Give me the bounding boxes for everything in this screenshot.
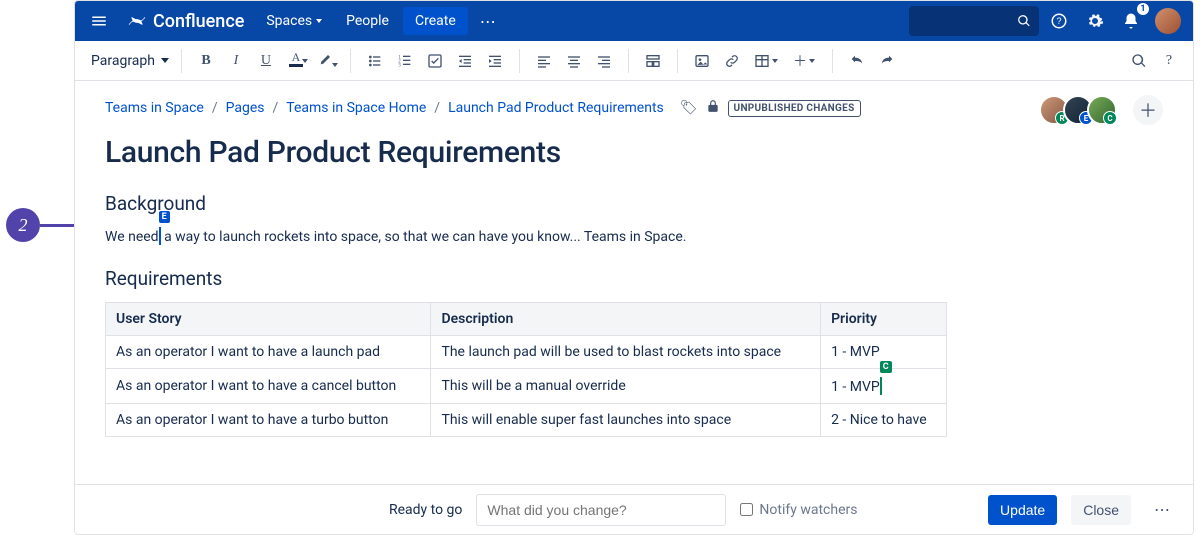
align-right-button[interactable] [590,47,618,75]
collab-cursor-c: C [880,377,882,395]
product-name: Confluence [153,11,244,32]
outdent-button[interactable] [451,47,479,75]
svg-text:?: ? [1056,16,1061,26]
notification-count: 1 [1137,3,1149,15]
help-icon[interactable]: ? [1043,5,1075,37]
global-nav: Confluence Spaces People Create ⋯ ? 1 [75,1,1193,41]
highlight-button[interactable] [312,47,340,75]
breadcrumbs: Teams in Space / Pages / Teams in Space … [105,99,1163,117]
app-switcher-icon[interactable] [83,5,115,37]
restrictions-icon[interactable] [706,99,720,117]
th-description[interactable]: Description [431,303,821,336]
breadcrumb-pages[interactable]: Pages [226,100,265,116]
nav-people[interactable]: People [336,7,399,35]
draft-status: UNPUBLISHED CHANGES [728,100,861,117]
editor-more-button[interactable]: ⋯ [1145,494,1179,526]
requirements-heading[interactable]: Requirements [105,267,1163,290]
nav-more-icon[interactable]: ⋯ [472,5,504,37]
background-heading[interactable]: Background [105,192,1163,215]
background-paragraph[interactable]: We needE a way to launch rockets into sp… [105,227,1163,245]
collab-cursor-e: E [159,227,161,245]
notify-watchers-input[interactable] [740,503,753,516]
table-row[interactable]: As an operator I want to have a cancel b… [106,369,947,404]
invite-button[interactable]: ＋ [1133,95,1163,125]
bold-button[interactable]: B [192,47,220,75]
breadcrumb-home[interactable]: Teams in Space Home [286,100,426,116]
profile-avatar[interactable] [1155,8,1181,34]
th-user-story[interactable]: User Story [106,303,431,336]
version-comment-input[interactable] [476,494,726,526]
paragraph-style-select[interactable]: Paragraph [85,49,175,73]
indent-button[interactable] [481,47,509,75]
nav-spaces[interactable]: Spaces [256,7,332,35]
italic-button[interactable]: I [222,47,250,75]
table-button[interactable] [748,47,784,75]
table-row[interactable]: As an operator I want to have a launch p… [106,336,947,369]
task-list-button[interactable] [421,47,449,75]
insert-more-button[interactable]: ＋ [786,47,822,75]
notifications-icon[interactable]: 1 [1115,5,1147,37]
align-center-button[interactable] [560,47,588,75]
layout-button[interactable] [639,47,667,75]
bullet-list-button[interactable] [361,47,389,75]
undo-button[interactable] [843,47,871,75]
editor-toolbar: Paragraph B I U A 123 [75,41,1193,81]
presence-avatars: R E C [1045,95,1117,125]
search-icon [1017,14,1031,28]
breadcrumb-current[interactable]: Launch Pad Product Requirements [448,100,664,116]
editor-footer: Ready to go Notify watchers Update Close… [75,484,1193,534]
table-row[interactable]: As an operator I want to have a turbo bu… [106,404,947,437]
annotation-2: 2 [6,208,40,242]
text-color-button[interactable]: A [282,47,310,75]
notify-watchers-checkbox[interactable]: Notify watchers [740,502,857,518]
underline-button[interactable]: U [252,47,280,75]
confluence-logo[interactable]: Confluence [119,11,252,32]
close-button[interactable]: Close [1071,495,1131,525]
redo-button[interactable] [873,47,901,75]
settings-icon[interactable] [1079,5,1111,37]
create-button[interactable]: Create [403,7,468,35]
image-button[interactable] [688,47,716,75]
labels-icon[interactable]: 🏷 [680,100,698,116]
find-button[interactable] [1125,47,1153,75]
search-input[interactable] [909,6,1039,36]
page-title[interactable]: Launch Pad Product Requirements [105,135,1163,170]
update-button[interactable]: Update [988,495,1057,525]
align-left-button[interactable] [530,47,558,75]
breadcrumb-space[interactable]: Teams in Space [105,100,204,116]
numbered-list-button[interactable]: 123 [391,47,419,75]
editor-status: Ready to go [389,502,462,518]
editor-help-button[interactable]: ? [1155,47,1183,75]
presence-avatar-3[interactable]: C [1087,95,1117,125]
th-priority[interactable]: Priority [821,303,947,336]
svg-text:3: 3 [398,63,401,68]
requirements-table[interactable]: User Story Description Priority As an op… [105,302,947,437]
editor-content[interactable]: Teams in Space / Pages / Teams in Space … [75,81,1193,447]
link-button[interactable] [718,47,746,75]
